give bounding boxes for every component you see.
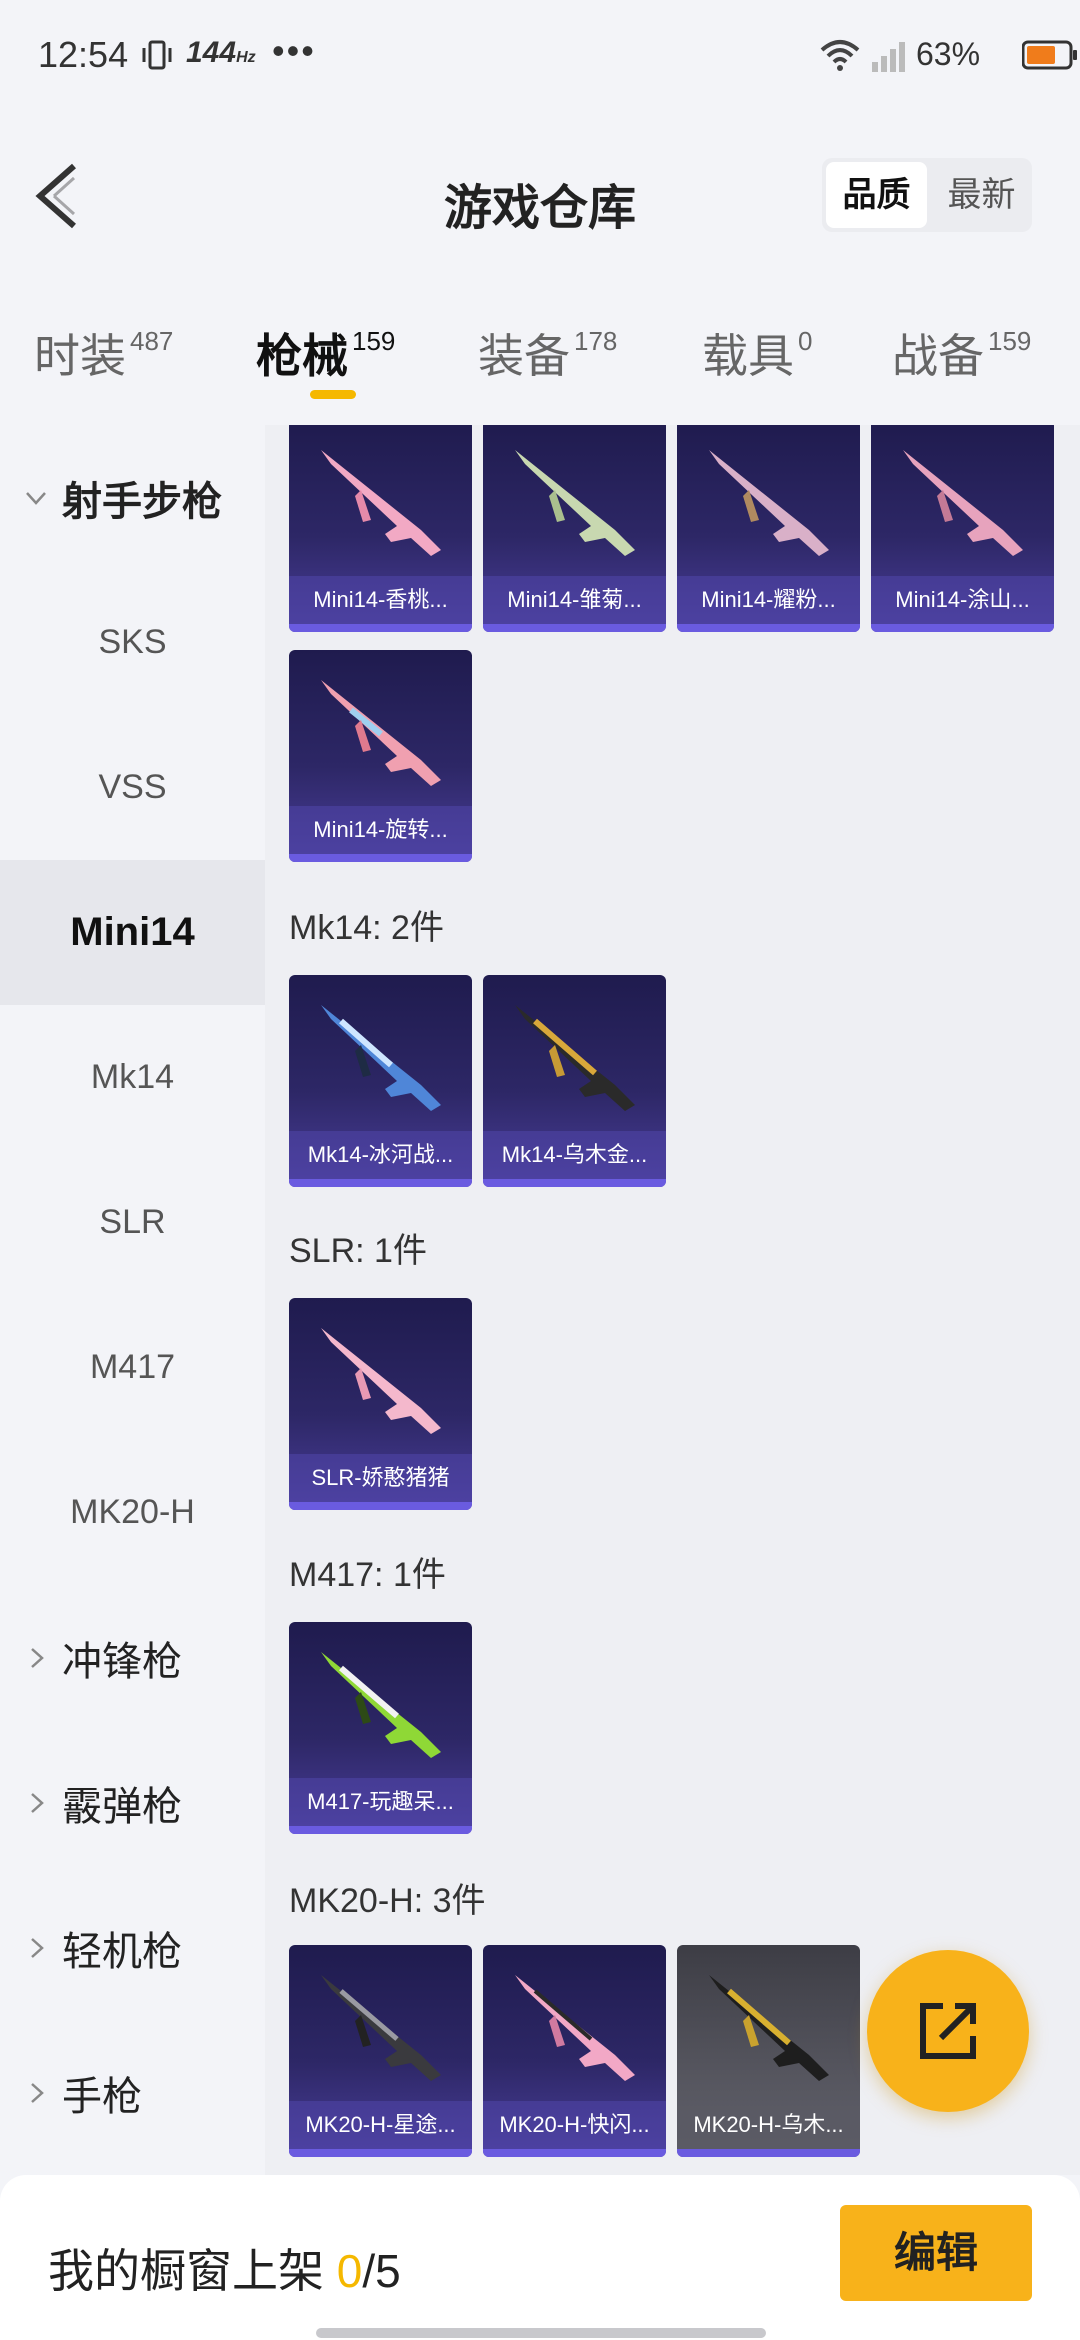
sidebar-group-pistol[interactable]: 手枪	[0, 2020, 265, 2165]
section-title: Mk14: 2件	[289, 909, 444, 947]
showcase-count: 我的橱窗上架 0/5	[48, 2245, 401, 2297]
sidebar: 射手步枪 SKS VSS Mini14 Mk14 SLR M417 MK20-H…	[0, 425, 265, 2175]
sidebar-group-lmg[interactable]: 轻机枪	[0, 1875, 265, 2020]
more-icon: •••	[272, 30, 316, 71]
rifle-icon	[321, 450, 441, 556]
sidebar-item-mk20h[interactable]: MK20-H	[0, 1440, 265, 1585]
rifle-icon	[321, 680, 441, 786]
sidebar-group-smg[interactable]: 冲锋枪	[0, 1585, 265, 1730]
item-card[interactable]: SLR-娇憨猪猪	[289, 1298, 472, 1510]
sidebar-item-m417[interactable]: M417	[0, 1295, 265, 1440]
status-bar: 12:54 144Hz ••• 63%	[0, 0, 1080, 110]
item-card[interactable]: Mini14-香桃...	[289, 425, 472, 632]
signal-icon	[872, 42, 905, 72]
sort-quality-button[interactable]: 品质	[826, 162, 927, 228]
sidebar-item-sks[interactable]: SKS	[0, 570, 265, 715]
rifle-icon	[321, 1005, 441, 1111]
header: 游戏仓库 品质 最新	[0, 120, 1080, 270]
sidebar-item-mk14[interactable]: Mk14	[0, 1005, 265, 1150]
item-card[interactable]: Mini14-旋转...	[289, 650, 472, 862]
item-card[interactable]: Mini14-雏菊...	[483, 425, 666, 632]
item-grid: Mini14-香桃... Mini14-雏菊... Mini14-耀粉... M…	[265, 425, 1080, 2175]
tab-equipment[interactable]: 装备 178	[478, 320, 617, 386]
rifle-icon	[515, 1005, 635, 1111]
section-title: M417: 1件	[289, 1556, 446, 1594]
rifle-icon	[709, 1975, 829, 2081]
home-indicator[interactable]	[316, 2328, 766, 2338]
section-title: SLR: 1件	[289, 1232, 427, 1270]
chevron-right-icon	[31, 1647, 44, 1668]
share-button[interactable]	[867, 1950, 1029, 2112]
item-card[interactable]: MK20-H-乌木...	[677, 1945, 860, 2157]
category-tabs: 时装 487 枪械 159 装备 178 载具 0 战备 159	[0, 300, 1080, 410]
wifi-icon	[820, 40, 860, 71]
sort-toggle: 品质 最新	[822, 158, 1032, 232]
item-card[interactable]: MK20-H-快闪...	[483, 1945, 666, 2157]
status-time: 12:54	[38, 34, 129, 75]
item-card[interactable]: M417-玩趣呆...	[289, 1622, 472, 1834]
sidebar-item-vss[interactable]: VSS	[0, 715, 265, 860]
item-card[interactable]: MK20-H-星途...	[289, 1945, 472, 2157]
share-external-icon	[920, 2003, 976, 2059]
battery-icon	[1022, 40, 1077, 70]
rifle-icon	[903, 450, 1023, 556]
item-card[interactable]: Mk14-冰河战...	[289, 975, 472, 1187]
rifle-icon	[515, 450, 635, 556]
refresh-rate: 144Hz	[186, 36, 256, 69]
item-card[interactable]: Mk14-乌木金...	[483, 975, 666, 1187]
sort-newest-button[interactable]: 最新	[931, 158, 1032, 232]
rifle-icon	[321, 1652, 441, 1758]
chevron-right-icon	[31, 2082, 44, 2103]
chevron-right-icon	[31, 1792, 44, 1813]
vibrate-icon	[142, 40, 172, 70]
rifle-icon	[515, 1975, 635, 2081]
tab-costume[interactable]: 时装 487	[34, 320, 173, 386]
chevron-down-icon	[26, 491, 46, 505]
item-card[interactable]: Mini14-涂山...	[871, 425, 1054, 632]
rifle-icon	[709, 450, 829, 556]
showcase-bar: 我的橱窗上架 0/5 编辑	[0, 2175, 1080, 2340]
rifle-icon	[321, 1975, 441, 2081]
active-tab-indicator	[310, 390, 356, 399]
chevron-right-icon	[31, 1937, 44, 1958]
tab-supplies[interactable]: 战备 159	[892, 320, 1031, 386]
rifle-icon	[321, 1328, 441, 1434]
tab-weapons[interactable]: 枪械 159	[256, 320, 395, 386]
item-card[interactable]: Mini14-耀粉...	[677, 425, 860, 632]
tab-vehicles[interactable]: 载具 0	[702, 320, 812, 386]
sidebar-group-shotgun[interactable]: 霰弹枪	[0, 1730, 265, 1875]
edit-button[interactable]: 编辑	[840, 2205, 1032, 2301]
sidebar-group-dmr[interactable]: 射手步枪	[0, 425, 265, 570]
section-title: MK20-H: 3件	[289, 1882, 486, 1920]
sidebar-item-slr[interactable]: SLR	[0, 1150, 265, 1295]
battery-percent: 63%	[916, 36, 981, 72]
sidebar-item-mini14[interactable]: Mini14	[0, 860, 265, 1005]
